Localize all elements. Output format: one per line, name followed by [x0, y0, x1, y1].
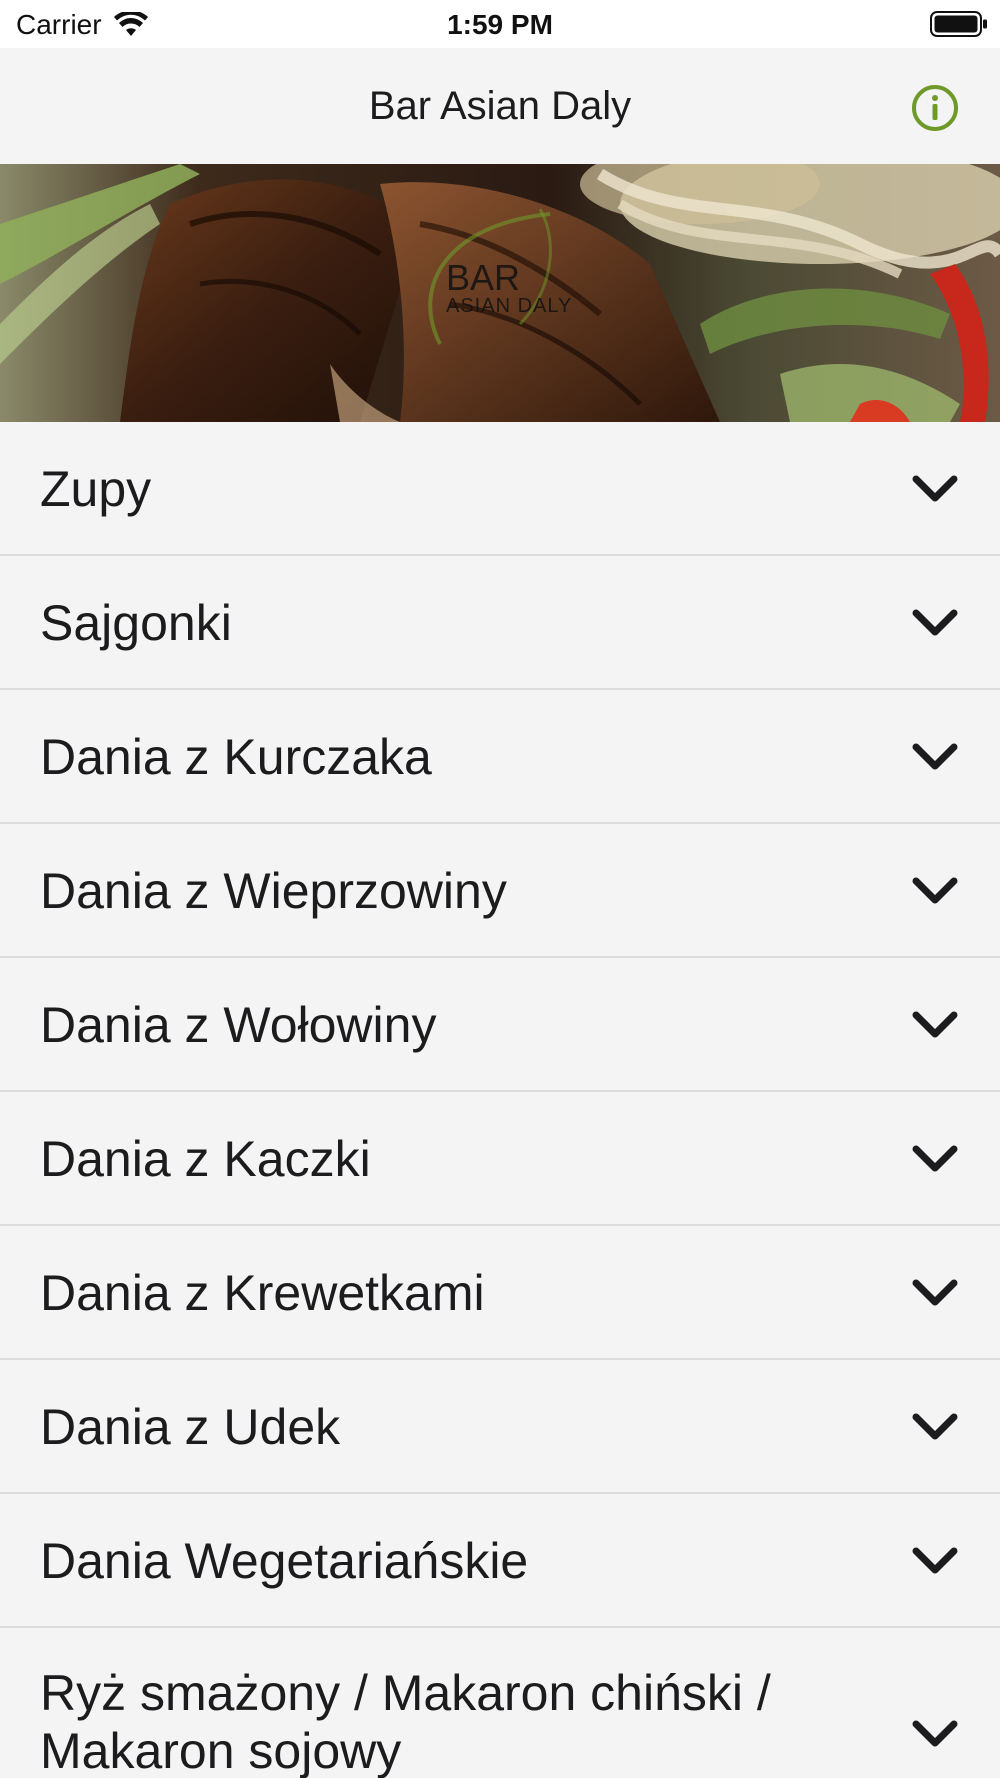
menu-category-label: Dania z Udek: [40, 1399, 341, 1455]
menu-category-zupy[interactable]: Zupy: [0, 422, 1000, 556]
menu-category-label: Dania z Wołowiny: [40, 997, 437, 1053]
info-icon[interactable]: [910, 83, 960, 133]
menu-category-label: Dania z Kurczaka: [40, 729, 432, 785]
battery-icon: [930, 11, 987, 37]
chevron-down-icon[interactable]: [910, 469, 960, 509]
menu-category-krewetki[interactable]: Dania z Krewetkami: [0, 1226, 1000, 1360]
chevron-down-icon[interactable]: [910, 1407, 960, 1447]
page-title: Bar Asian Daly: [368, 84, 632, 128]
chevron-down-icon[interactable]: [910, 1714, 960, 1754]
app-screen: Carrier 1:59 PM Bar Asian Daly BAR ASIAN…: [0, 0, 1000, 1778]
navigation-bar: Bar Asian Daly: [0, 48, 1000, 165]
menu-category-wegetarianskie[interactable]: Dania Wegetariańskie: [0, 1494, 1000, 1628]
status-bar: Carrier 1:59 PM: [0, 0, 1000, 48]
chevron-down-icon[interactable]: [910, 871, 960, 911]
chevron-down-icon[interactable]: [910, 1005, 960, 1045]
menu-category-label: Dania z Krewetkami: [40, 1265, 485, 1321]
menu-category-sajgonki[interactable]: Sajgonki: [0, 556, 1000, 690]
menu-category-label: Ryż smażony / Makaron chiński / Makaron …: [40, 1665, 771, 1778]
menu-category-label: Zupy: [40, 461, 152, 517]
chevron-down-icon[interactable]: [910, 737, 960, 777]
menu-category-label: Sajgonki: [40, 595, 232, 651]
chevron-down-icon[interactable]: [910, 1273, 960, 1313]
header-banner-image: BAR ASIAN DALY: [0, 164, 1000, 422]
menu-category-wolowina[interactable]: Dania z Wołowiny: [0, 958, 1000, 1092]
menu-category-kurczak[interactable]: Dania z Kurczaka: [0, 690, 1000, 824]
logo-text-asian-daly: ASIAN DALY: [446, 295, 572, 317]
menu-category-udki[interactable]: Dania z Udek: [0, 1360, 1000, 1494]
menu-category-label: Dania z Kaczki: [40, 1131, 371, 1187]
chevron-down-icon[interactable]: [910, 1139, 960, 1179]
chevron-down-icon[interactable]: [910, 603, 960, 643]
menu-category-ryz-makaron[interactable]: Ryż smażony / Makaron chiński / Makaron …: [0, 1628, 1000, 1778]
menu-category-kaczka[interactable]: Dania z Kaczki: [0, 1092, 1000, 1226]
status-time: 1:59 PM: [447, 9, 553, 40]
menu-category-wieprzowina[interactable]: Dania z Wieprzowiny: [0, 824, 1000, 958]
menu-category-label: Dania Wegetariańskie: [40, 1533, 529, 1589]
menu-category-label: Dania z Wieprzowiny: [40, 863, 507, 919]
logo-text-bar: BAR: [446, 257, 520, 298]
chevron-down-icon[interactable]: [910, 1541, 960, 1581]
menu-category-list: Zupy Sajgonki Dania z Kurczaka Dania z W…: [0, 422, 1000, 1778]
restaurant-logo: BAR ASIAN DALY: [428, 208, 572, 345]
